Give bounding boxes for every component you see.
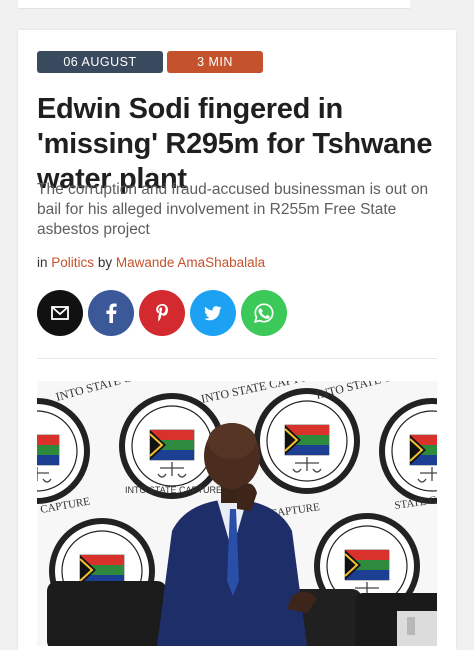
read-time-badge: 3 MIN READ bbox=[167, 51, 263, 91]
article-card: 06 AUGUST 2021 3 MIN READ Edwin Sodi fin… bbox=[18, 30, 456, 650]
article-photo[interactable]: INTO STATE CAPTURE INTO STATE CAPTUR INT… bbox=[37, 381, 437, 646]
twitter-icon bbox=[204, 305, 222, 320]
article-meta-badges: 06 AUGUST 2021 3 MIN READ bbox=[37, 51, 263, 91]
previous-card-edge bbox=[18, 0, 410, 9]
article-excerpt: The corruption and fraud-accused busines… bbox=[37, 181, 429, 238]
category-link[interactable]: Politics bbox=[51, 255, 94, 270]
pinterest-share-button[interactable] bbox=[139, 290, 185, 336]
whatsapp-share-button[interactable] bbox=[241, 290, 287, 336]
facebook-icon bbox=[106, 303, 117, 323]
twitter-share-button[interactable] bbox=[190, 290, 236, 336]
envelope-icon bbox=[51, 306, 69, 320]
byline-by-label: by bbox=[97, 255, 113, 270]
svg-text:INTO STATE CAPTURE: INTO STATE CAPTURE bbox=[125, 485, 222, 495]
share-buttons bbox=[37, 290, 287, 336]
top-bar bbox=[0, 0, 474, 12]
commission-hearing-photo: INTO STATE CAPTURE INTO STATE CAPTUR INT… bbox=[37, 381, 437, 646]
author-link[interactable]: Mawande AmaShabalala bbox=[116, 255, 265, 270]
date-badge: 06 AUGUST 2021 bbox=[37, 51, 163, 91]
byline-in-label: in bbox=[37, 255, 48, 270]
email-share-button[interactable] bbox=[37, 290, 83, 336]
whatsapp-icon bbox=[254, 303, 274, 323]
divider bbox=[37, 358, 437, 359]
byline: in Politics by Mawande AmaShabalala bbox=[37, 255, 265, 270]
pinterest-icon bbox=[156, 304, 168, 322]
facebook-share-button[interactable] bbox=[88, 290, 134, 336]
